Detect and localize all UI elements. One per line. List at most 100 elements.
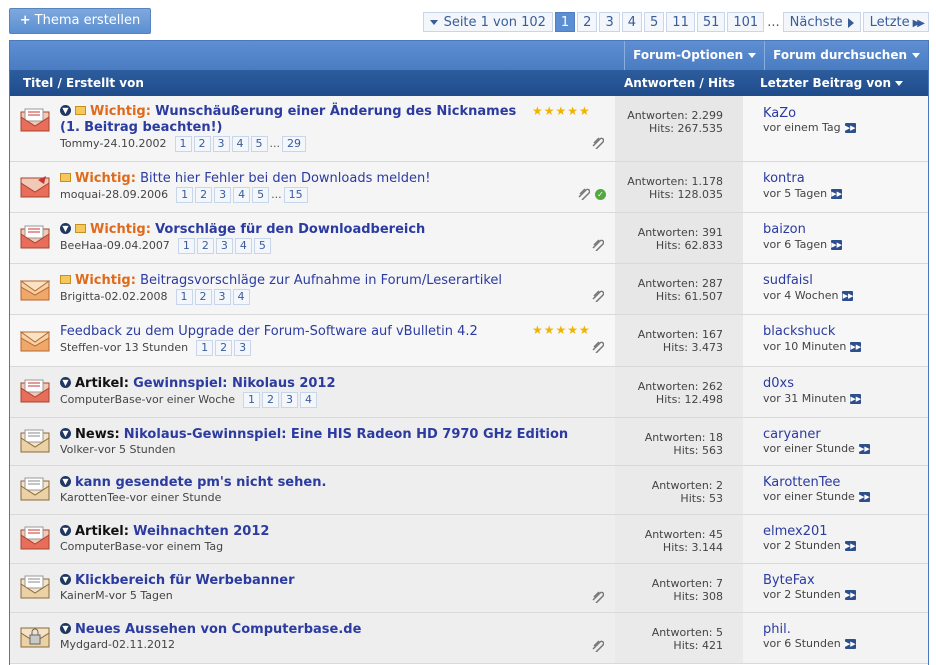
page-4-link[interactable]: 4 <box>621 12 643 32</box>
thread-row[interactable]: ▼ Neues Aussehen von Computerbase.de Mydg… <box>10 613 928 664</box>
thread-title[interactable]: ▼ Artikel: Weihnachten 2012 <box>60 524 269 540</box>
sort-lastpost-header[interactable]: Letzter Beitrag von <box>760 70 904 96</box>
thread-author[interactable]: BeeHaa <box>60 238 103 254</box>
thread-author[interactable]: Steffen <box>60 340 99 356</box>
thread-last-page-link[interactable]: 15 <box>283 187 308 203</box>
thread-row[interactable]: ▼ Wichtig: Wunschäußerung einer Änderung … <box>10 96 928 162</box>
last-post-user[interactable]: kontra <box>763 171 805 187</box>
go-to-first-unread-icon[interactable]: ▼ <box>60 377 71 388</box>
thread-row[interactable]: Wichtig: Bitte hier Fehler bei den Downl… <box>10 162 928 213</box>
thread-author[interactable]: ComputerBase <box>60 392 141 408</box>
last-post-user[interactable]: KarottenTee <box>763 475 840 491</box>
sort-title-header[interactable]: Titel / Erstellt von <box>23 70 144 96</box>
thread-page-link[interactable]: 2 <box>215 340 233 356</box>
last-post-user[interactable]: blackshuck <box>763 324 835 340</box>
thread-last-page-link[interactable]: 29 <box>282 136 306 152</box>
thread-author[interactable]: Volker <box>60 442 94 458</box>
thread-row[interactable]: ▼ Wichtig: Vorschläge für den Downloadber… <box>10 213 928 264</box>
thread-author[interactable]: ComputerBase <box>60 539 141 555</box>
thread-page-link[interactable]: 5 <box>252 187 270 203</box>
thread-page-link[interactable]: 4 <box>231 136 249 152</box>
thread-title[interactable]: ▼ Wichtig: Vorschläge für den Downloadber… <box>60 222 425 238</box>
new-thread-button[interactable]: + Thema erstellen <box>9 8 151 34</box>
thread-row[interactable]: Feedback zu dem Upgrade der Forum-Softwa… <box>10 315 928 367</box>
thread-page-link[interactable]: 2 <box>195 187 213 203</box>
go-to-first-unread-icon[interactable]: ▼ <box>60 105 71 116</box>
goto-last-post-icon[interactable]: ▶▶ <box>850 342 862 352</box>
goto-last-post-icon[interactable]: ▶▶ <box>844 541 856 551</box>
thread-title[interactable]: ▼ Artikel: Gewinnspiel: Nikolaus 2012 <box>60 376 336 392</box>
goto-last-post-icon[interactable]: ▶▶ <box>858 492 870 502</box>
sort-replies-header[interactable]: Antworten / Hits <box>624 70 735 96</box>
last-page-button[interactable]: Letzte ▶▶ <box>862 12 929 32</box>
thread-page-link[interactable]: 5 <box>253 238 271 254</box>
thread-author[interactable]: KainerM <box>60 588 105 604</box>
thread-page-link[interactable]: 3 <box>212 136 230 152</box>
thread-page-link[interactable]: 1 <box>196 340 214 356</box>
goto-last-post-icon[interactable]: ▶▶ <box>850 394 862 404</box>
page-jump-dropdown[interactable]: Seite 1 von 102 <box>422 12 553 32</box>
thread-page-link[interactable]: 1 <box>176 187 194 203</box>
thread-page-link[interactable]: 4 <box>300 392 318 408</box>
thread-page-link[interactable]: 3 <box>234 340 252 356</box>
page-5-link[interactable]: 5 <box>644 12 665 32</box>
thread-title[interactable]: ▼ News: Nikolaus-Gewinnspiel: Eine HIS Ra… <box>60 427 568 443</box>
thread-page-link[interactable]: 4 <box>233 187 251 203</box>
page-101-link[interactable]: 101 <box>727 12 765 32</box>
go-to-first-unread-icon[interactable]: ▼ <box>60 476 71 487</box>
last-post-user[interactable]: phil. <box>763 622 791 638</box>
thread-page-link[interactable]: 5 <box>250 136 268 152</box>
thread-page-link[interactable]: 4 <box>234 238 252 254</box>
goto-last-post-icon[interactable]: ▶▶ <box>844 590 856 600</box>
page-3-link[interactable]: 3 <box>599 12 620 32</box>
thread-page-link[interactable]: 3 <box>213 289 231 305</box>
forum-search-menu[interactable]: Forum durchsuchen <box>764 41 928 70</box>
thread-page-link[interactable]: 2 <box>196 238 214 254</box>
thread-row[interactable]: Wichtig: Beitragsvorschläge zur Aufnahme… <box>10 264 928 315</box>
thread-row[interactable]: ▼ News: Nikolaus-Gewinnspiel: Eine HIS Ra… <box>10 418 928 466</box>
last-post-user[interactable]: caryaner <box>763 427 821 443</box>
thread-author[interactable]: Mydgard <box>60 637 108 653</box>
thread-page-link[interactable]: 3 <box>215 238 233 254</box>
next-page-button[interactable]: Nächste <box>782 12 861 32</box>
last-post-user[interactable]: d0xs <box>763 376 794 392</box>
last-post-user[interactable]: sudfaisl <box>763 273 813 289</box>
thread-page-link[interactable]: 4 <box>232 289 250 305</box>
thread-page-link[interactable]: 2 <box>193 136 211 152</box>
thread-page-link[interactable]: 3 <box>281 392 299 408</box>
thread-title[interactable]: Wichtig: Bitte hier Fehler bei den Downl… <box>60 171 430 187</box>
thread-title[interactable]: Wichtig: Beitragsvorschläge zur Aufnahme… <box>60 273 502 289</box>
page-11-link[interactable]: 11 <box>666 12 695 32</box>
goto-last-post-icon[interactable]: ▶▶ <box>831 240 843 250</box>
thread-row[interactable]: ▼ kann gesendete pm's nicht sehen. Karott… <box>10 466 928 515</box>
thread-row[interactable]: ▼ Artikel: Gewinnspiel: Nikolaus 2012 Com… <box>10 367 928 418</box>
thread-author[interactable]: Tommy <box>60 136 100 152</box>
last-post-user[interactable]: elmex201 <box>763 524 828 540</box>
thread-title[interactable]: Feedback zu dem Upgrade der Forum-Softwa… <box>60 324 478 340</box>
thread-title[interactable]: ▼ Klickbereich für Werbebanner <box>60 573 295 589</box>
goto-last-post-icon[interactable]: ▶▶ <box>844 639 856 649</box>
goto-last-post-icon[interactable]: ▶▶ <box>858 444 870 454</box>
go-to-first-unread-icon[interactable]: ▼ <box>60 223 71 234</box>
goto-last-post-icon[interactable]: ▶▶ <box>842 291 854 301</box>
goto-last-post-icon[interactable]: ▶▶ <box>844 123 856 133</box>
thread-author[interactable]: KarottenTee <box>60 490 126 506</box>
go-to-first-unread-icon[interactable]: ▼ <box>60 574 71 585</box>
page-51-link[interactable]: 51 <box>696 12 726 32</box>
thread-page-link[interactable]: 1 <box>243 392 261 408</box>
thread-page-link[interactable]: 2 <box>194 289 212 305</box>
goto-last-post-icon[interactable]: ▶▶ <box>831 189 843 199</box>
thread-row[interactable]: ▼ Artikel: Weihnachten 2012 ComputerBase … <box>10 515 928 564</box>
thread-page-link[interactable]: 2 <box>262 392 280 408</box>
thread-author[interactable]: Brigitta <box>60 289 101 305</box>
thread-title[interactable]: ▼ Neues Aussehen von Computerbase.de <box>60 622 361 638</box>
page-1-link[interactable]: 1 <box>554 12 576 32</box>
page-2-link[interactable]: 2 <box>577 12 598 32</box>
go-to-first-unread-icon[interactable]: ▼ <box>60 525 71 536</box>
thread-title[interactable]: ▼ Wichtig: Wunschäußerung einer Änderung … <box>60 104 520 136</box>
last-post-user[interactable]: baizon <box>763 222 806 238</box>
last-post-user[interactable]: ByteFax <box>763 573 815 589</box>
thread-page-link[interactable]: 3 <box>214 187 232 203</box>
thread-row[interactable]: ▼ Klickbereich für Werbebanner KainerM - … <box>10 564 928 613</box>
thread-page-link[interactable]: 1 <box>174 136 192 152</box>
